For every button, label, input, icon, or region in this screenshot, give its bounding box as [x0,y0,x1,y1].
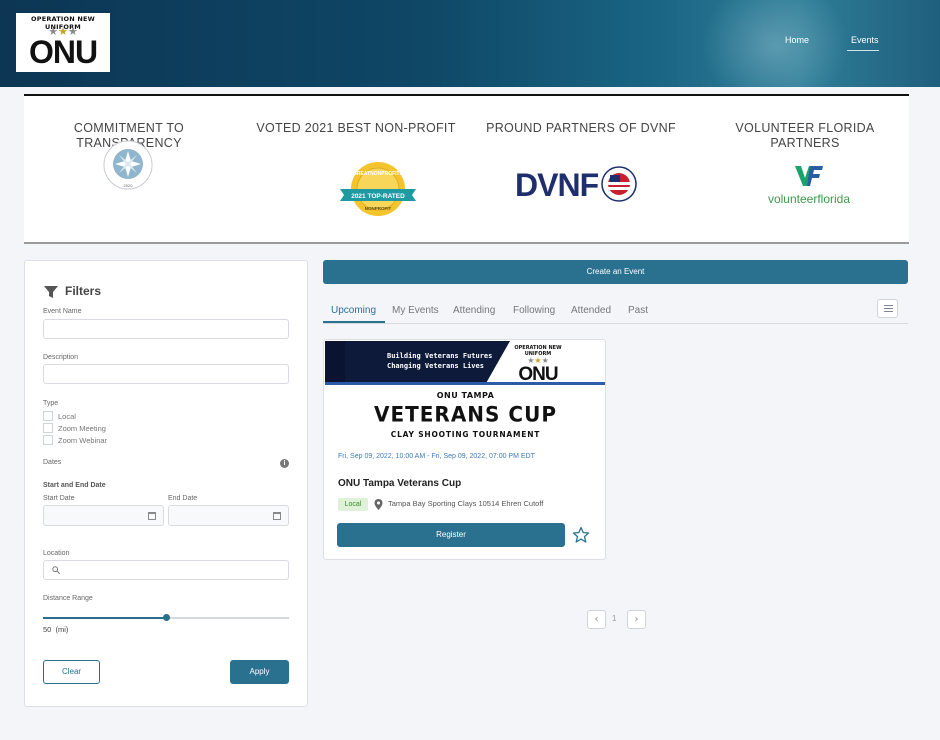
follow-star-icon[interactable] [572,526,590,544]
badge-title: PROUND PARTNERS OF DVNF [486,121,676,135]
type-label: Type [43,400,59,407]
event-type-badge: Local [338,498,368,511]
tab-attending[interactable]: Attending [453,305,495,316]
calendar-icon[interactable] [148,512,156,520]
vf-logo-mark-icon [795,166,823,186]
tab-past[interactable]: Past [628,305,648,316]
event-card[interactable]: Building Veterans Futures Changing Veter… [323,339,606,560]
list-view-icon [884,308,893,309]
onu-logo[interactable]: OPERATION NEW UNIFORM ★★★ ONU [16,13,110,72]
chevron-right-icon: › [634,614,639,625]
description-input[interactable] [43,364,289,384]
filters-title: Filters [65,284,102,298]
list-view-button[interactable] [877,299,898,318]
end-date-input[interactable] [168,505,289,526]
badge-title: VOLUNTEER FLORIDA PARTNERS [735,121,875,150]
badge-dvnf: PROUND PARTNERS OF DVNF [476,121,686,136]
banner-stripe [325,382,605,385]
vf-logo-text: volunteerflorida [767,192,851,206]
distance-value: 50 [43,625,52,634]
partner-badges-band: COMMITMENT TO TRANSPARENCY 2020 VOTED 20… [24,94,909,244]
tab-upcoming[interactable]: Upcoming [331,305,376,316]
filter-funnel-icon [44,286,58,298]
pagination-next-button[interactable]: › [627,610,646,629]
start-date-input[interactable] [43,505,164,526]
description-label: Description [43,354,79,361]
svg-text:GREATNONPROFITS: GREATNONPROFITS [353,171,404,177]
event-location: Tampa Bay Sporting Clays 10514 Ehren Cut… [388,499,544,508]
clear-button[interactable]: Clear [43,660,100,684]
badge-best-nonprofit: VOTED 2021 BEST NON-PROFIT [251,121,461,136]
dvnf-logo-text: DVNF [515,167,599,203]
banner-onu-logo: OPERATION NEW UNIFORM ★★★ ONU [503,345,573,384]
list-view-icon [884,311,893,312]
type-local-checkbox[interactable] [43,411,53,421]
end-date-label: End Date [168,495,198,502]
location-pin-icon [374,499,383,510]
event-tabs: Upcoming My Events Attending Following A… [323,298,908,324]
svg-text:2021 TOP-RATED: 2021 TOP-RATED [351,193,405,200]
svg-text:NONPROFIT: NONPROFIT [365,206,392,211]
event-name-input[interactable] [43,319,289,339]
banner-tagline-line1: Building Veterans Futures [387,352,493,360]
event-banner: Building Veterans Futures Changing Veter… [325,341,605,385]
filters-panel: Filters Event Name Description Type Loca… [24,260,308,707]
type-local-label: Local [58,412,76,421]
distance-slider-fill [43,617,166,619]
header-background-glow [700,0,850,87]
nav-home[interactable]: Home [785,35,809,45]
type-zoom-webinar-label: Zoom Webinar [58,436,108,445]
event-name-label: Event Name [43,308,82,315]
badge-volunteer-florida: VOLUNTEER FLORIDA PARTNERS [700,121,910,151]
list-view-icon [884,305,893,306]
start-end-date-label: Start and End Date [43,482,106,489]
distance-slider[interactable] [43,614,289,621]
chevron-left-icon: ‹ [594,614,599,625]
badge-title: VOTED 2021 BEST NON-PROFIT [256,121,456,135]
tab-my-events[interactable]: My Events [392,305,439,316]
tab-attended[interactable]: Attended [571,305,611,316]
event-city: ONU TAMPA [436,391,495,400]
pagination-prev-button[interactable]: ‹ [587,610,606,629]
event-title[interactable]: ONU Tampa Veterans Cup [338,478,461,489]
flag-seal-icon [601,166,637,202]
event-headline: VETERANS CUP [373,401,557,427]
tab-following[interactable]: Following [513,305,555,316]
distance-readout: 50 (mi) [43,625,68,634]
dates-label: Dates [43,459,62,466]
distance-range-label: Distance Range [43,595,93,602]
create-event-button[interactable]: Create an Event [323,260,908,284]
great-nonprofits-seal-icon: GREATNONPROFITS 2021 TOP-RATED NONPROFIT [340,162,416,216]
location-input[interactable] [43,560,289,580]
nav-active-underline [847,50,879,51]
distance-unit: (mi) [55,625,69,634]
seal-year: 2020 [124,183,134,188]
banner-tagline-line2: Changing Veterans Lives [387,362,484,370]
event-datetime: Fri, Sep 09, 2022, 10:00 AM - Fri, Sep 0… [338,453,535,460]
pagination-current-page: 1 [612,614,617,623]
location-label: Location [43,550,70,557]
dates-info-icon[interactable]: i [280,459,289,468]
type-zoom-meeting-label: Zoom Meeting [58,424,106,433]
register-button[interactable]: Register [337,523,565,547]
calendar-icon[interactable] [273,512,281,520]
volunteer-florida-logo: volunteerflorida [754,166,864,206]
tab-active-underline [323,321,385,323]
distance-slider-handle[interactable] [163,614,170,621]
start-date-label: Start Date [43,495,75,502]
event-subheadline: CLAY SHOOTING TOURNAMENT [390,430,541,439]
dvnf-logo: DVNF [515,166,637,204]
search-icon [52,566,60,574]
type-zoom-meeting-checkbox[interactable] [43,423,53,433]
type-zoom-webinar-checkbox[interactable] [43,435,53,445]
site-header: OPERATION NEW UNIFORM ★★★ ONU Home Event… [0,0,940,87]
apply-button[interactable]: Apply [230,660,289,684]
logo-wordmark: ONU [28,34,98,70]
candid-platinum-seal-icon: 2020 [103,140,153,190]
banner-tagline: Building Veterans Futures Changing Veter… [387,351,492,371]
nav-events[interactable]: Events [851,35,879,45]
